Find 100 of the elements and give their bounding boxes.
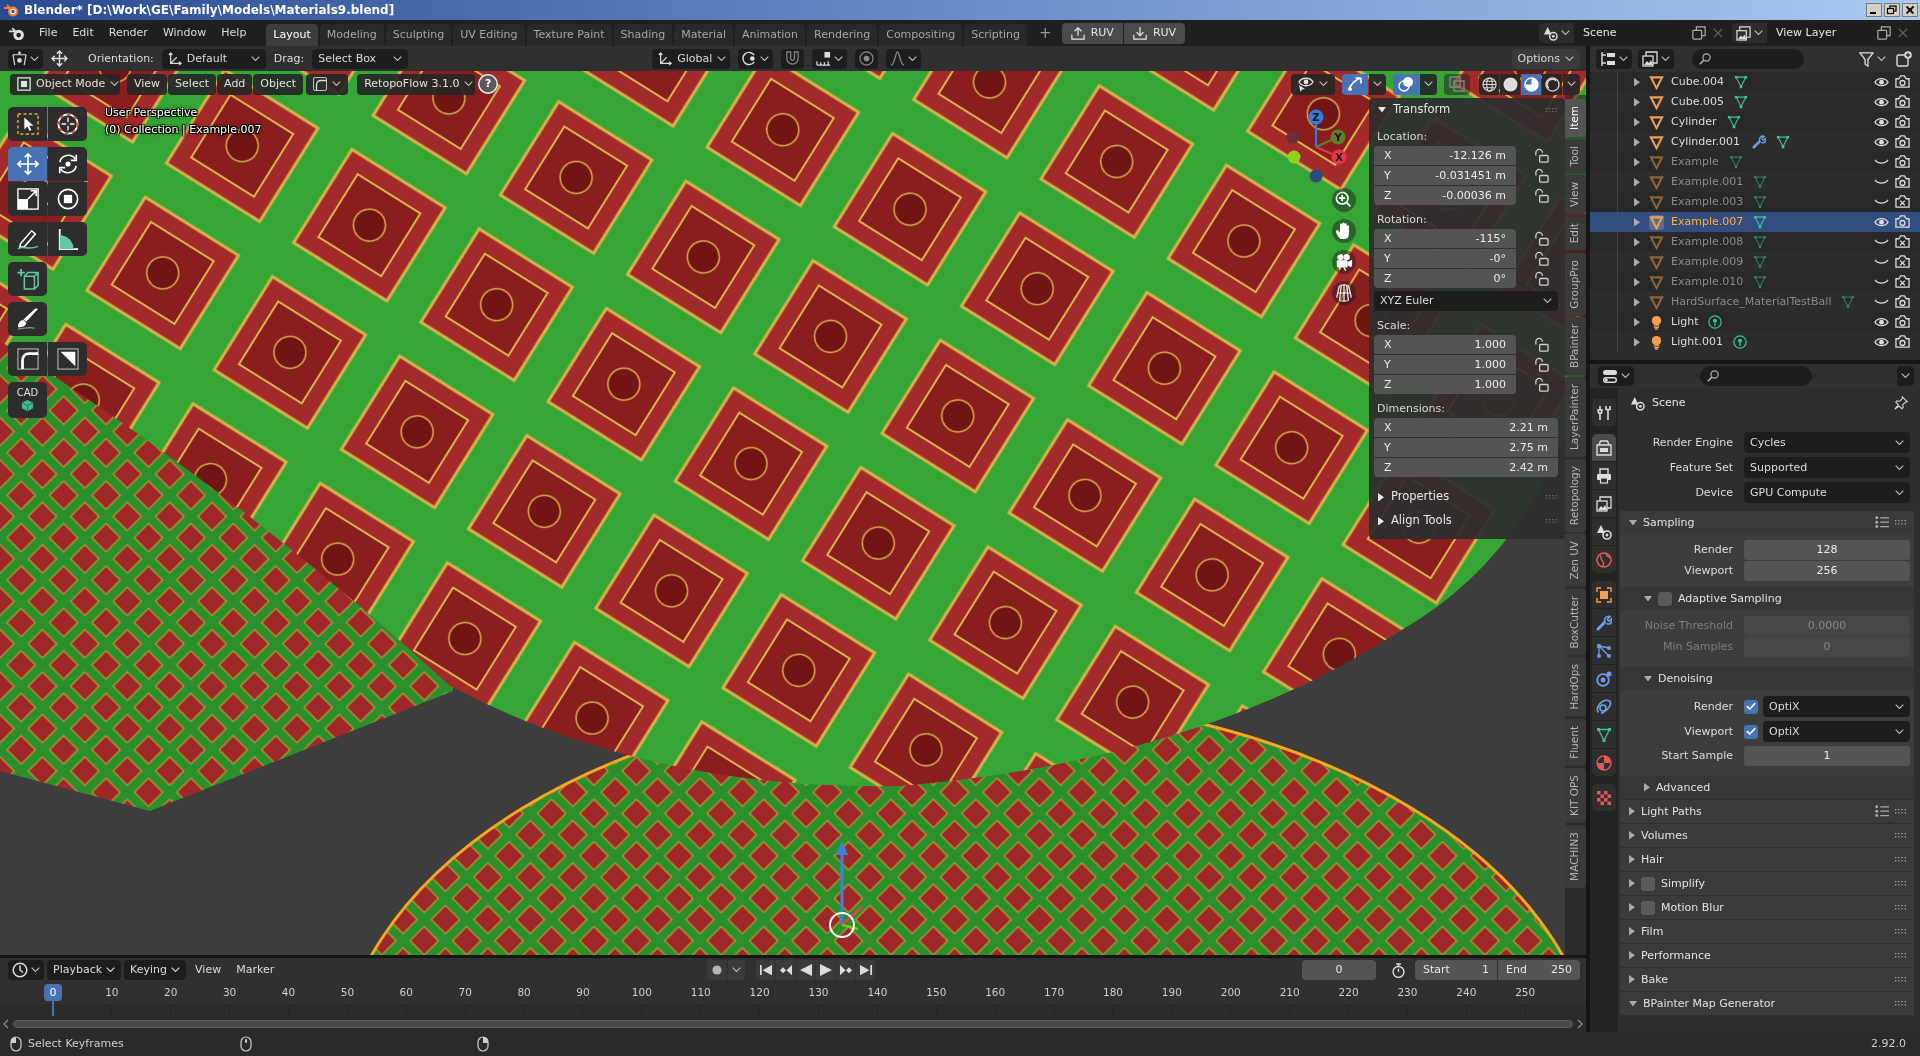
transform-orientation-dropdown[interactable]: Global	[652, 48, 731, 69]
cad-tool[interactable]: CAD	[8, 382, 47, 418]
current-frame-field[interactable]: 0	[1302, 960, 1376, 980]
sidebar-tab[interactable]: View	[1565, 175, 1586, 215]
checkbox[interactable]	[1658, 591, 1672, 606]
orientation-dropdown[interactable]: Default	[161, 48, 266, 69]
mesh-data-properties-tab[interactable]	[1592, 721, 1616, 748]
tool-properties-tab[interactable]	[1592, 399, 1616, 426]
add-cube-tool[interactable]	[8, 262, 47, 296]
snap-target-dropdown[interactable]	[812, 48, 848, 69]
expand-triangle-icon[interactable]	[1634, 277, 1640, 287]
panel-header[interactable]: Hair	[1620, 848, 1914, 871]
number-field[interactable]: 1	[1744, 746, 1910, 766]
negative-axis-handle[interactable]	[1287, 150, 1301, 164]
triangle-vertices-icon[interactable]	[1728, 155, 1743, 169]
pivot-point-dropdown[interactable]	[738, 48, 774, 69]
jump-to-end-button[interactable]	[856, 960, 876, 980]
rotation-mode-dropdown[interactable]: XYZ Euler	[1374, 291, 1558, 311]
negative-axis-handle[interactable]	[1286, 130, 1300, 144]
solid-shading-button[interactable]	[1500, 73, 1520, 95]
workspace-tab[interactable]: Rendering	[807, 23, 878, 46]
physics-properties-tab[interactable]	[1592, 665, 1616, 692]
corner-tool[interactable]	[8, 342, 47, 376]
falloff-dropdown[interactable]	[886, 48, 922, 69]
number-field[interactable]: Y -0°	[1374, 249, 1516, 268]
open-padlock-icon[interactable]	[1534, 188, 1549, 203]
camera-icon[interactable]	[1895, 295, 1910, 309]
eye-icon[interactable]	[1874, 136, 1889, 148]
number-field[interactable]: Z 0°	[1374, 269, 1516, 288]
crossed-camera-icon[interactable]	[1895, 235, 1910, 249]
cursor-tool[interactable]	[48, 107, 87, 141]
triangle-vertices-icon[interactable]	[1733, 95, 1748, 109]
workspace-tab[interactable]: Shading	[613, 23, 673, 46]
perspective-grid-icon[interactable]	[1332, 281, 1356, 305]
expand-triangle-icon[interactable]	[1634, 197, 1640, 207]
wrench-icon[interactable]	[1752, 135, 1767, 149]
expand-triangle-icon[interactable]	[1634, 317, 1640, 327]
annotate-tool[interactable]	[8, 222, 47, 256]
number-field[interactable]: Z 2.42 m	[1374, 458, 1558, 477]
panel-header[interactable]: Performance	[1620, 944, 1914, 967]
number-field[interactable]: X 1.000	[1374, 335, 1516, 354]
options-dropdown[interactable]	[1369, 73, 1386, 95]
workspace-tab[interactable]: Scripting	[964, 23, 1028, 46]
dropdown[interactable]: OptiX	[1763, 721, 1910, 742]
open-padlock-icon[interactable]	[1534, 148, 1549, 163]
list-icon[interactable]	[1875, 516, 1889, 529]
dropdown[interactable]: Cycles	[1744, 432, 1910, 453]
workspace-tab[interactable]: Material	[674, 23, 733, 46]
menu-item[interactable]: Object	[253, 73, 304, 95]
zoom-in-icon[interactable]	[1332, 188, 1356, 212]
menu-item[interactable]: Marker	[230, 960, 281, 980]
gizmo-toggle[interactable]	[1342, 73, 1368, 95]
upload-button[interactable]: RUV	[1061, 22, 1123, 44]
view-layer-properties-tab[interactable]	[1592, 490, 1616, 517]
menu-item[interactable]: File	[32, 23, 65, 43]
eye-icon[interactable]	[1874, 316, 1889, 328]
next-keyframe-button[interactable]	[836, 960, 856, 980]
copy-icon[interactable]	[1877, 26, 1891, 40]
closed-eye-icon[interactable]	[1874, 239, 1889, 245]
closed-eye-icon[interactable]	[1874, 159, 1889, 165]
editor-type-dropdown[interactable]	[1598, 366, 1634, 386]
options-dropdown[interactable]	[1897, 366, 1914, 386]
material-properties-tab[interactable]	[1592, 749, 1616, 776]
expand-triangle-icon[interactable]	[1634, 97, 1640, 107]
outliner-row[interactable]: Example.009	[1590, 252, 1920, 272]
checkbox[interactable]	[1744, 724, 1758, 739]
panel-header[interactable]: Light Paths	[1620, 800, 1914, 823]
crossed-camera-icon[interactable]	[1895, 275, 1910, 289]
object-properties-tab[interactable]	[1592, 581, 1616, 608]
xray-toggle[interactable]	[1444, 73, 1470, 95]
eye-icon[interactable]	[1874, 216, 1889, 228]
copy-icon[interactable]	[1692, 26, 1706, 40]
closed-eye-icon[interactable]	[1874, 299, 1889, 305]
sidebar-tab[interactable]: BoxCutter	[1565, 588, 1586, 656]
subpanel-header[interactable]: Denoising	[1620, 667, 1914, 690]
axis-handle[interactable]: Z	[1308, 109, 1324, 147]
outliner-row[interactable]: Light.001	[1590, 332, 1920, 352]
expand-triangle-icon[interactable]	[1634, 157, 1640, 167]
triangle-vertices-icon[interactable]	[1753, 215, 1768, 229]
sidebar-tab[interactable]: BPainter	[1565, 317, 1586, 376]
transform-pivot-dropdown[interactable]	[8, 48, 43, 69]
add-workspace-button[interactable]: +	[1034, 24, 1057, 42]
panel-header[interactable]: Volumes	[1620, 824, 1914, 847]
sidebar-tab[interactable]: GroupPro	[1565, 252, 1586, 316]
outliner-row[interactable]: Cylinder.001	[1590, 132, 1920, 152]
workspace-tab[interactable]: Compositing	[879, 23, 963, 46]
wireframe-shading-button[interactable]	[1479, 73, 1499, 95]
panel-header[interactable]: Sampling	[1620, 511, 1914, 534]
subpanel-header[interactable]: Advanced	[1620, 776, 1914, 799]
expand-triangle-icon[interactable]	[1634, 177, 1640, 187]
workspace-tab[interactable]: Modeling	[319, 23, 384, 46]
auto-keying-options-dropdown[interactable]	[728, 960, 746, 980]
world-properties-tab[interactable]	[1592, 546, 1616, 573]
restore-icon[interactable]	[1884, 3, 1900, 17]
expand-triangle-icon[interactable]	[1634, 117, 1640, 127]
camera-icon[interactable]	[1895, 315, 1910, 329]
app-logo-icon[interactable]	[8, 25, 25, 41]
open-padlock-icon[interactable]	[1534, 251, 1549, 266]
workspace-tab[interactable]: Sculpting	[385, 23, 452, 46]
list-icon[interactable]	[1875, 805, 1889, 818]
